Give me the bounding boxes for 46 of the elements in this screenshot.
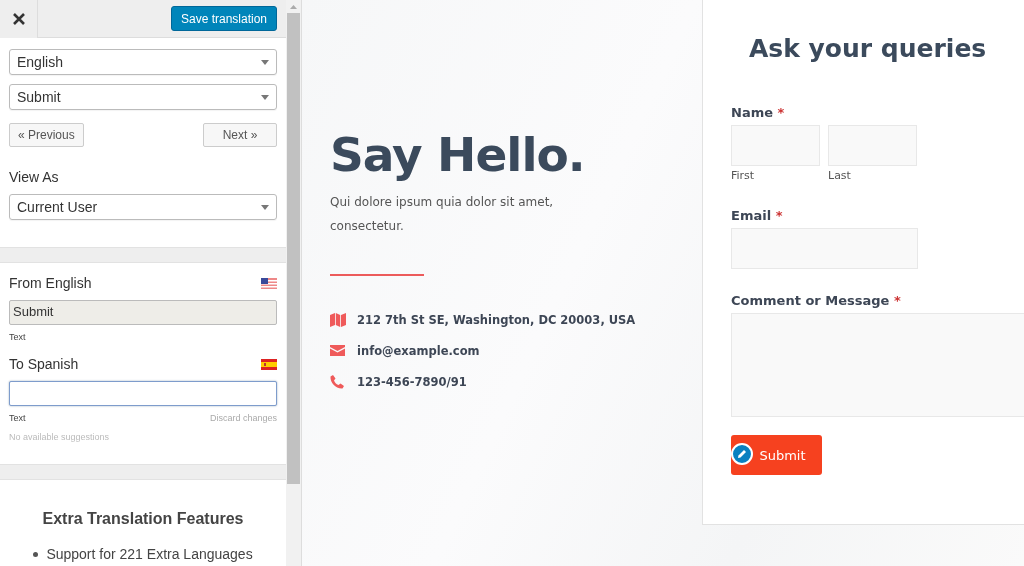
language-label: To Spanish xyxy=(9,356,79,372)
close-icon xyxy=(12,12,25,25)
promo-item: Support for 221 Extra Languages xyxy=(46,546,253,562)
sub-label: Last xyxy=(828,169,852,182)
promo-title: Extra Translation Features xyxy=(42,510,244,528)
caret-icon xyxy=(261,204,270,210)
language-label: From English xyxy=(9,275,92,291)
translation-field[interactable] xyxy=(9,381,278,406)
address-text: 212 7th St SE, Washington, DC 20003, USA xyxy=(357,312,636,327)
suggestions-note: No available suggestions xyxy=(9,432,111,442)
scroll-up-icon xyxy=(290,5,297,9)
dropdown-value: English xyxy=(17,54,63,70)
save-button[interactable]: Save translation xyxy=(171,6,278,31)
view-as-label: View As xyxy=(9,169,60,185)
field-label: Comment or Message * xyxy=(731,293,902,308)
dropdown[interactable]: English xyxy=(9,49,278,75)
previous-button[interactable]: « Previous xyxy=(9,123,84,147)
map-icon xyxy=(330,312,346,327)
dropdown[interactable]: Submit xyxy=(9,84,278,110)
caret-icon xyxy=(261,59,270,65)
phone-text: 123-456-7890/91 xyxy=(357,374,467,389)
submit-button[interactable]: Submit xyxy=(731,435,822,475)
dropdown-value: Submit xyxy=(17,89,61,105)
next-button[interactable]: Next » xyxy=(203,123,278,147)
field-type-label: Text xyxy=(9,413,26,423)
field-type-label: Text xyxy=(9,332,26,342)
close-button[interactable] xyxy=(0,0,38,38)
form-title: Ask your queries xyxy=(749,34,988,63)
caret-icon xyxy=(261,94,270,100)
flag-icon xyxy=(261,277,278,289)
source-text-field[interactable]: Submit xyxy=(9,300,278,325)
phone-icon xyxy=(330,374,344,389)
scrollbar[interactable] xyxy=(286,0,301,566)
email-text: info@example.com xyxy=(357,343,480,358)
envelope-icon xyxy=(330,345,345,356)
bullet-icon xyxy=(33,551,39,557)
scrollbar-thumb[interactable] xyxy=(287,13,300,484)
field-label: Email * xyxy=(731,208,784,223)
sub-label: First xyxy=(731,169,756,182)
page-heading: Say Hello. xyxy=(330,126,586,184)
dropdown[interactable]: Current User xyxy=(9,194,278,220)
intro-text: Qui dolore ipsum quia dolor sit amet, consectetur. xyxy=(330,194,555,235)
pencil-icon xyxy=(737,449,747,459)
dropdown-value: Current User xyxy=(17,199,98,215)
flag-icon xyxy=(261,358,278,370)
field-label: Name * xyxy=(731,105,786,120)
